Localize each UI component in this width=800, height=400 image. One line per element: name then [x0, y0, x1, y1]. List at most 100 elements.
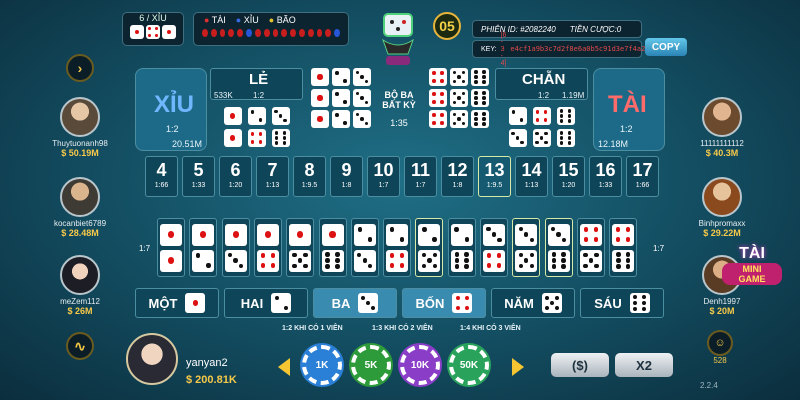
pair-bet-2-4[interactable]: [383, 218, 412, 277]
trend-chart-icon[interactable]: ∿: [66, 332, 94, 360]
pair-bet-3-6[interactable]: [544, 218, 573, 277]
sum-bet-17[interactable]: 17 1:66: [626, 156, 659, 197]
sum-bet-12[interactable]: 12 1:8: [441, 156, 474, 197]
player-seat-right-1[interactable]: 11111111112 $ 40.3M: [677, 97, 767, 158]
sum-odds: 1:13: [265, 182, 280, 189]
sum-bet-6[interactable]: 6 1:20: [219, 156, 252, 197]
die-face-4-icon: [452, 293, 473, 313]
sum-odds: 1:7: [415, 182, 426, 189]
die-face-1-icon: [130, 25, 144, 39]
sum-number: 6: [230, 160, 241, 180]
triple-5[interactable]: [450, 68, 468, 151]
die-face-4-icon: [256, 249, 279, 272]
die-face-1-icon: [223, 129, 242, 147]
pair-bet-3-4[interactable]: [480, 218, 508, 277]
single-bet-2[interactable]: HAI: [224, 288, 308, 318]
sum-bet-8[interactable]: 8 1:9.5: [293, 156, 326, 197]
pair-bet-4-5[interactable]: [576, 218, 605, 277]
double-bet-button[interactable]: X2: [615, 353, 673, 377]
single-bet-4[interactable]: BỐN: [402, 288, 486, 318]
mini-game-button[interactable]: TÀI MINI GAME: [722, 245, 782, 297]
my-avatar[interactable]: [126, 333, 178, 385]
note-two-dice: 1:3 KHI CÓ 2 VIÊN: [372, 325, 433, 332]
player-seat-left-3[interactable]: meZem112 $ 26M: [35, 255, 125, 316]
sum-number: 9: [341, 160, 352, 180]
online-users-button[interactable]: ☺ 528: [705, 330, 735, 365]
sum-bet-16[interactable]: 16 1:33: [589, 156, 622, 197]
sum-bet-11[interactable]: 11 1:7: [404, 156, 437, 197]
chips-next-arrow-icon[interactable]: [510, 357, 526, 377]
sum-bet-4[interactable]: 4 1:66: [145, 156, 178, 197]
chip-5k[interactable]: 5K: [351, 345, 391, 385]
pair-bet-1-3[interactable]: [221, 218, 250, 277]
history-panel[interactable]: ● TÀI ● XỈU ● BÃO: [193, 12, 349, 46]
sum-odds: 1:8: [452, 182, 463, 189]
single-bet-6[interactable]: SÁU: [580, 288, 664, 318]
triple-4[interactable]: [429, 68, 447, 151]
pair-bet-1-5[interactable]: [286, 218, 315, 277]
chevron-right-icon[interactable]: ›: [66, 54, 94, 82]
single-bet-5[interactable]: NĂM: [491, 288, 575, 318]
sum-odds: 1:9.5: [486, 182, 503, 189]
player-seat-right-2[interactable]: Binhpromaxx $ 29.22M: [677, 177, 767, 238]
my-balance: $ 200.81K: [186, 374, 237, 386]
triple-3[interactable]: [353, 68, 371, 151]
single-label: BỐN: [415, 295, 445, 311]
die-face-5-icon: [418, 249, 441, 272]
key-hash: e4cf1a9b3c7d2f8e6a0b5c91d3e7f4a2: [510, 45, 646, 53]
bet-any-triple[interactable]: BỘ BA BẤT KỲ 1:35: [378, 68, 420, 151]
pair-bet-1-2[interactable]: [189, 218, 218, 277]
pair-bet-2-5[interactable]: [415, 218, 444, 277]
player-seat-left-1[interactable]: Thuytuonanh98 $ 50.19M: [35, 97, 125, 158]
sum-bet-15[interactable]: 15 1:20: [552, 156, 585, 197]
player-name: kocanbiet6789: [53, 219, 107, 228]
pair-odds-right: 1:7: [653, 244, 665, 253]
die-face-2-icon: [247, 107, 266, 125]
die-face-3-icon: [483, 223, 505, 246]
sum-bet-9[interactable]: 9 1:8: [330, 156, 363, 197]
pair-bet-2-3[interactable]: [350, 218, 379, 277]
specific-triples-left[interactable]: [307, 68, 375, 151]
single-bet-1[interactable]: MỘT: [135, 288, 219, 318]
single-bet-3[interactable]: BA: [313, 288, 397, 318]
bet-tai[interactable]: TÀI 1:2 12.18M: [593, 68, 665, 151]
sum-bet-10[interactable]: 10 1:7: [367, 156, 400, 197]
sum-bet-7[interactable]: 7 1:13: [256, 156, 289, 197]
pair-bet-1-6[interactable]: [318, 218, 347, 277]
chips-prev-arrow-icon[interactable]: [276, 357, 292, 377]
bet-xiu[interactable]: XỈU 1:2 20.51M: [135, 68, 207, 151]
previous-result-panel: 6 / XỈU: [122, 12, 184, 46]
die-face-5-icon: [289, 249, 312, 272]
legend-tai: ● TÀI: [204, 15, 226, 25]
specific-triples-right[interactable]: [425, 68, 493, 151]
die-face-6-icon: [629, 293, 650, 313]
betting-board: XỈU 1:2 20.51M LẺ 533K 1:2 BỘ BA BẤT KỲ …: [135, 68, 665, 323]
rebet-button[interactable]: ($): [551, 353, 609, 377]
die-face-3-icon: [271, 107, 290, 125]
key-value: [6 - 3 - 4]: [500, 31, 507, 67]
pair-bet-1-1[interactable]: [157, 218, 185, 277]
sum-odds: 1:13: [524, 182, 539, 189]
history-dot: [228, 29, 235, 37]
chip-1k[interactable]: 1K: [302, 345, 342, 385]
sum-bet-13[interactable]: 13 1:9.5: [478, 156, 511, 197]
chip-50k[interactable]: 50K: [449, 345, 489, 385]
sum-bet-14[interactable]: 14 1:13: [515, 156, 548, 197]
history-dot: [272, 29, 279, 37]
chip-10k[interactable]: 10K: [400, 345, 440, 385]
sum-bet-5[interactable]: 5 1:33: [182, 156, 215, 197]
triple-2[interactable]: [332, 68, 350, 151]
pair-bet-4-6[interactable]: [609, 218, 638, 277]
triple-1[interactable]: [311, 68, 329, 151]
player-seat-left-2[interactable]: kocanbiet6789 $ 28.48M: [35, 177, 125, 238]
pair-bet-3-5[interactable]: [512, 218, 541, 277]
player-money: $ 50.19M: [61, 148, 99, 158]
bet-le[interactable]: LẺ 533K 1:2: [210, 68, 303, 100]
bet-chan[interactable]: CHẴN 1:2 1.19M: [495, 68, 588, 100]
single-label: SÁU: [594, 295, 622, 311]
pair-bet-2-6[interactable]: [447, 218, 476, 277]
triple-6[interactable]: [471, 68, 489, 151]
copy-button[interactable]: COPY: [645, 38, 687, 56]
pair-bet-1-4[interactable]: [253, 218, 282, 277]
sum-odds: 1:20: [228, 182, 243, 189]
